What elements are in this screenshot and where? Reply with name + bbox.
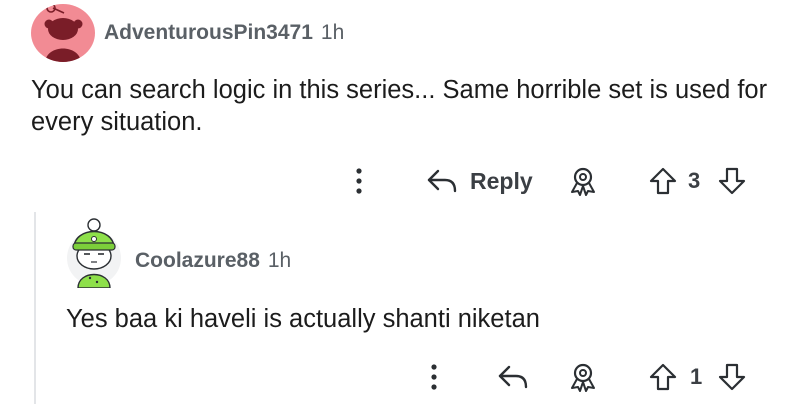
vote-count: 3 bbox=[688, 168, 701, 193]
comment-body: You can search logic in this series... S… bbox=[31, 76, 768, 136]
more-options-icon[interactable] bbox=[352, 161, 366, 201]
snoo-avatar-icon bbox=[44, 4, 83, 62]
snoo-avatar-icon bbox=[67, 218, 121, 289]
avatar[interactable] bbox=[31, 4, 95, 62]
vote-count: 1 bbox=[690, 364, 703, 389]
reply-icon[interactable] bbox=[496, 357, 530, 397]
avatar[interactable] bbox=[64, 212, 124, 289]
more-options-icon[interactable] bbox=[427, 357, 441, 397]
username[interactable]: Coolazure88 bbox=[135, 249, 260, 272]
comment-header: AdventurousPin3471 1h bbox=[104, 20, 344, 46]
comment-action-bar: Reply 3 bbox=[0, 161, 800, 201]
reply-icon[interactable] bbox=[425, 161, 459, 201]
downvote-icon[interactable] bbox=[717, 161, 747, 201]
timestamp: 1h bbox=[320, 21, 345, 44]
reply-header: Coolazure88 1h bbox=[135, 248, 291, 274]
upvote-icon[interactable] bbox=[648, 161, 678, 201]
downvote-icon[interactable] bbox=[717, 357, 747, 397]
reply-body: Yes baa ki haveli is actually shanti nik… bbox=[66, 305, 540, 333]
username[interactable]: AdventurousPin3471 bbox=[104, 21, 313, 44]
award-icon[interactable] bbox=[568, 357, 598, 397]
award-icon[interactable] bbox=[568, 161, 598, 201]
upvote-icon[interactable] bbox=[648, 357, 678, 397]
reply-button[interactable]: Reply bbox=[470, 161, 533, 201]
comment-thread: AdventurousPin3471 1h You can search logi… bbox=[0, 0, 800, 404]
timestamp: 1h bbox=[267, 249, 292, 272]
reply-action-bar: 1 bbox=[0, 357, 800, 397]
